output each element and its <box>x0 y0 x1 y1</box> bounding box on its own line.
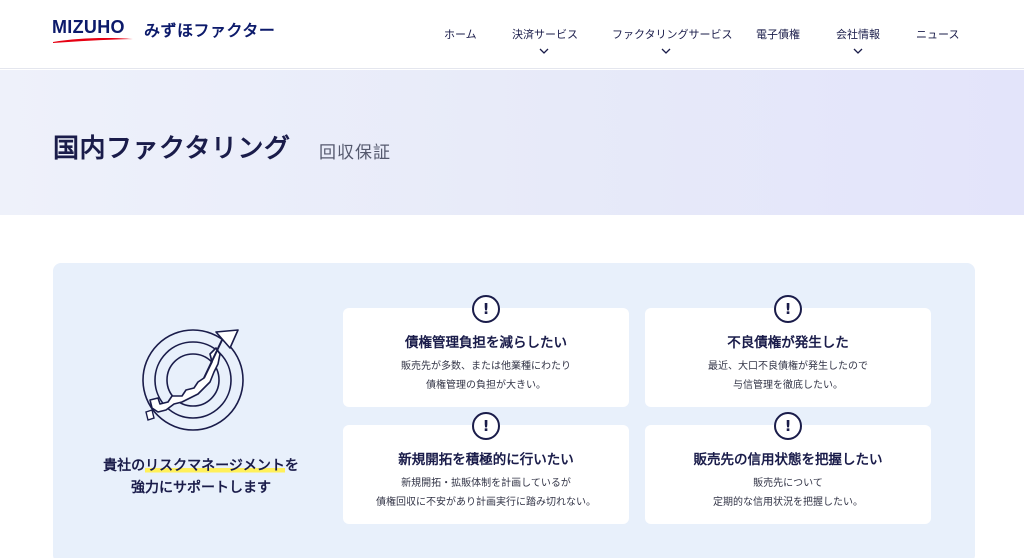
exclamation-icon: ! <box>472 412 500 440</box>
card-title: 販売先の信用状態を把握したい <box>693 452 883 468</box>
needs-panel: 貴社のリスクマネージメントを 強力にサポートします ! 債権管理負担を減らしたい… <box>53 263 975 558</box>
nav-item-electronic-receivables[interactable]: 電子債権 <box>756 26 800 42</box>
card-body: 最近、大口不良債権が発生したので 与信管理を徹底したい。 <box>645 357 931 395</box>
chevron-down-icon[interactable] <box>853 48 863 54</box>
card-body: 販売先について 定期的な信用状況を把握したい。 <box>645 474 931 512</box>
card-body-line: 販売先が多数、または他業種にわたり <box>401 361 571 372</box>
intro-prefix: 貴社の <box>103 458 146 474</box>
card-title: 新規開拓を積極的に行いたい <box>398 452 574 468</box>
card-title: 債権管理負担を減らしたい <box>405 335 567 351</box>
card-title: 不良債権が発生した <box>727 335 849 351</box>
need-card-new-business: ! 新規開拓を積極的に行いたい 新規開拓・拡販体制を計画しているが 債権回収に不… <box>343 412 629 524</box>
page-title: 国内ファクタリング <box>53 134 291 164</box>
card-body-line: 新規開拓・拡販体制を計画しているが <box>401 478 571 489</box>
intro-suffix: を <box>284 458 299 474</box>
card-body-line: 債権管理の負担が大きい。 <box>426 380 546 391</box>
exclamation-icon: ! <box>472 295 500 323</box>
japan-target-illustration-icon <box>142 329 244 431</box>
main-nav: ホーム 決済サービス ファクタリングサービス 電子債権 会社情報 ニュース <box>0 0 1024 69</box>
card-body-line: 販売先について <box>753 478 823 489</box>
exclamation-icon: ! <box>774 412 802 440</box>
intro-highlight: リスクマネージメント <box>145 458 285 474</box>
chevron-down-icon[interactable] <box>539 48 549 54</box>
card-body: 販売先が多数、または他業種にわたり 債権管理の負担が大きい。 <box>343 357 629 395</box>
card-body: 新規開拓・拡販体制を計画しているが 債権回収に不安があり計画実行に踏み切れない。 <box>343 474 629 512</box>
chevron-down-icon[interactable] <box>661 48 671 54</box>
need-card-reduce-management: ! 債権管理負担を減らしたい 販売先が多数、または他業種にわたり 債権管理の負担… <box>343 295 629 407</box>
need-card-bad-debt: ! 不良債権が発生した 最近、大口不良債権が発生したので 与信管理を徹底したい。 <box>645 295 931 407</box>
nav-item-payment-services[interactable]: 決済サービス <box>512 26 578 42</box>
need-card-credit-status: ! 販売先の信用状態を把握したい 販売先について 定期的な信用状況を把握したい。 <box>645 412 931 524</box>
intro-line2: 強力にサポートします <box>131 480 271 496</box>
nav-item-factoring-services[interactable]: ファクタリングサービス <box>612 26 733 42</box>
nav-item-news[interactable]: ニュース <box>916 26 959 42</box>
card-body-line: 定期的な信用状況を把握したい。 <box>713 497 863 508</box>
site-header: MIZUHO みずほファクター ホーム 決済サービス ファクタリングサービス 電… <box>0 0 1024 69</box>
page-hero: 国内ファクタリング 回収保証 <box>0 70 1024 215</box>
card-body-line: 債権回収に不安があり計画実行に踏み切れない。 <box>376 497 596 508</box>
card-body-line: 与信管理を徹底したい。 <box>733 380 843 391</box>
card-body-line: 最近、大口不良債権が発生したので <box>708 361 868 372</box>
exclamation-icon: ! <box>774 295 802 323</box>
page-subtitle: 回収保証 <box>319 143 391 163</box>
nav-item-company-info[interactable]: 会社情報 <box>836 26 880 42</box>
nav-item-home[interactable]: ホーム <box>444 26 477 42</box>
intro-text: 貴社のリスクマネージメントを 強力にサポートします <box>91 455 311 499</box>
